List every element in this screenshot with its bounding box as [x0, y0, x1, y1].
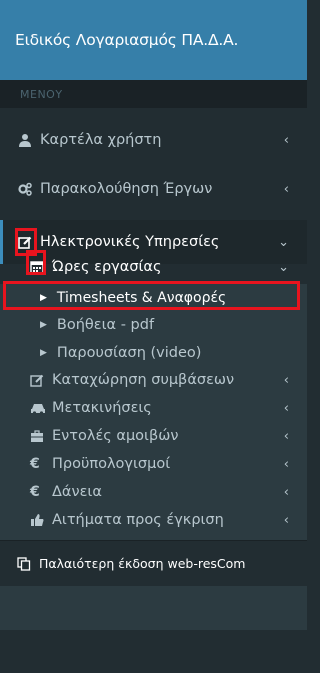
- thumbs-up-icon: [30, 513, 44, 527]
- chevron-left-icon: ‹: [283, 484, 289, 500]
- submenu-item-work-hours[interactable]: Ώρες εργασίας ⌄: [0, 252, 307, 282]
- submenu-item-contract-registration[interactable]: Καταχώρηση συμβάσεων ‹: [0, 366, 307, 394]
- chevron-left-icon: ‹: [283, 512, 289, 528]
- sidebar-item-user-profile[interactable]: Καρτέλα χρήστη ‹: [0, 118, 307, 162]
- chevron-left-icon: ‹: [283, 428, 289, 444]
- submenu-item-approval-requests[interactable]: Αιτήματα προς έγκριση ‹: [0, 506, 307, 534]
- chevron-left-icon: ‹: [283, 181, 289, 197]
- edit-icon: [30, 373, 44, 387]
- submenu-item-budgets[interactable]: € Προϋπολογισμοί ‹: [0, 450, 307, 478]
- caret-right-icon: ▶: [40, 348, 47, 358]
- submenu-item-help-pdf[interactable]: ▶ Βοήθεια - pdf: [0, 311, 307, 339]
- euro-icon: €: [30, 484, 40, 500]
- app-title: Ειδικός Λογαριασμός ΠΑ.Δ.Α.: [15, 31, 239, 49]
- chevron-left-icon: ‹: [283, 372, 289, 388]
- submenu-item-travel[interactable]: Μετακινήσεις ‹: [0, 394, 307, 422]
- chevron-left-icon: ‹: [283, 400, 289, 416]
- copy-icon: [17, 556, 31, 571]
- chevron-left-icon: ‹: [283, 456, 289, 472]
- chevron-down-icon: ⌄: [278, 259, 289, 275]
- submenu-item-loans[interactable]: € Δάνεια ‹: [0, 478, 307, 506]
- sidebar-item-project-monitoring[interactable]: Παρακολούθηση Έργων ‹: [0, 167, 307, 211]
- chevron-down-icon: ⌄: [278, 234, 289, 250]
- menu-section-label: ΜΕΝΟΥ: [0, 80, 307, 108]
- submenu-item-payment-orders[interactable]: Εντολές αμοιβών ‹: [0, 422, 307, 450]
- legacy-version-link[interactable]: Παλαιότερη έκδοση web-resCom: [0, 540, 307, 586]
- car-icon: [30, 401, 45, 415]
- submenu-item-presentation-video[interactable]: ▶ Παρουσίαση (video): [0, 339, 307, 367]
- user-icon: [18, 133, 32, 147]
- cogs-icon: [18, 182, 32, 196]
- chevron-left-icon: ‹: [283, 132, 289, 148]
- briefcase-icon: [30, 429, 44, 443]
- app-title-bar[interactable]: Ειδικός Λογαριασμός ΠΑ.Δ.Α.: [0, 0, 307, 80]
- highlight-box-timesheets: [3, 281, 300, 310]
- euro-icon: €: [30, 456, 40, 472]
- caret-right-icon: ▶: [40, 320, 47, 330]
- highlight-box-calendar-icon: [26, 250, 46, 275]
